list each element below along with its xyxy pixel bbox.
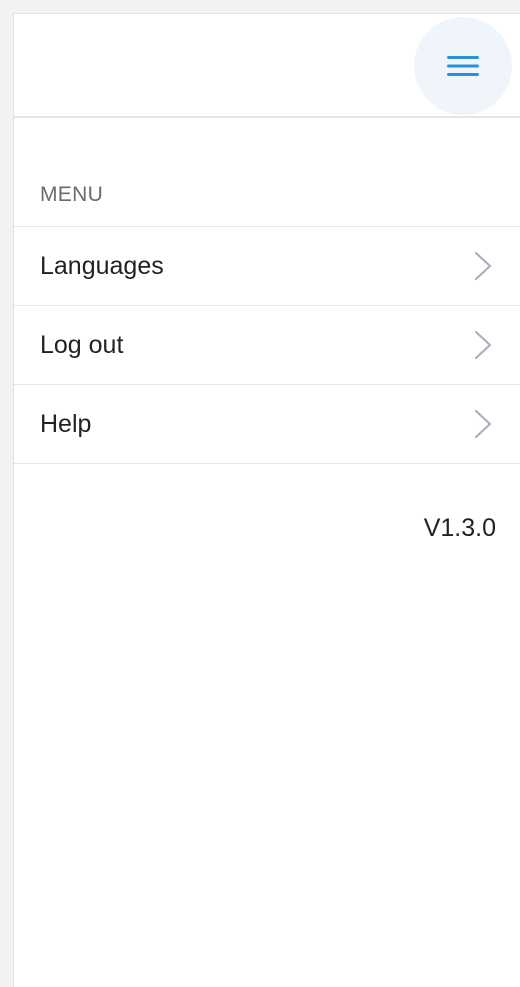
menu-item-label: Languages [40,252,164,280]
menu-item-log-out[interactable]: Log out [14,306,520,385]
hamburger-icon [447,56,479,76]
chevron-right-icon [474,330,492,360]
menu-item-label: Log out [40,331,124,359]
chevron-right-icon [474,409,492,439]
menu-item-label: Help [40,410,92,438]
app-screen: MENU Languages Log out Help V1.3.0 [0,0,520,987]
chevron-right-icon [474,251,492,281]
menu-header [14,14,520,118]
menu-item-languages[interactable]: Languages [14,227,520,306]
menu-list: Languages Log out Help [14,226,520,464]
menu-section-title: MENU [40,183,104,206]
app-version: V1.3.0 [423,514,496,542]
menu-toggle-button[interactable] [414,17,512,115]
menu-item-help[interactable]: Help [14,385,520,464]
side-menu-panel: MENU Languages Log out Help V1.3.0 [13,13,520,987]
